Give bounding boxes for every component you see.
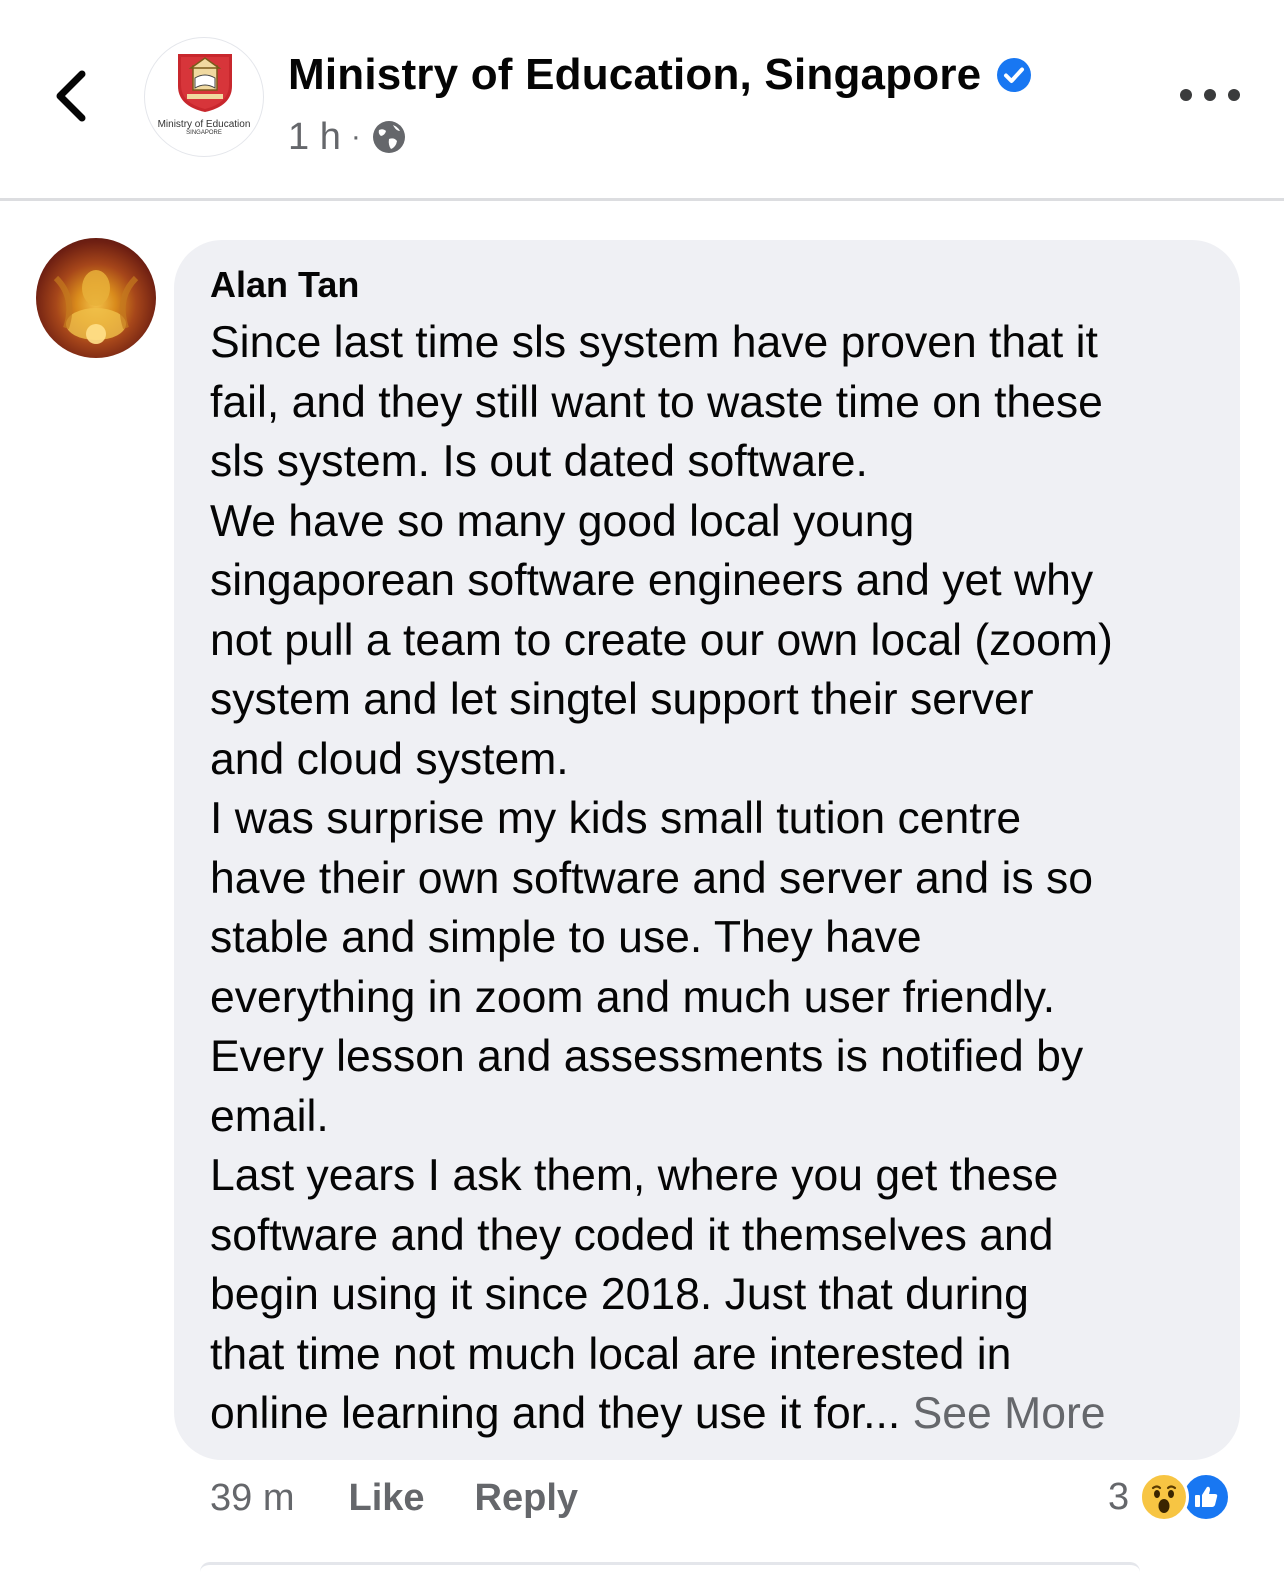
comment-line: singaporean software engineers and yet w… bbox=[210, 556, 1094, 605]
comment-line: everything in zoom and much user friendl… bbox=[210, 972, 1056, 1022]
header-divider bbox=[0, 198, 1284, 201]
comment-line-last: online learning and they use it for... S… bbox=[210, 1384, 1220, 1444]
comment-line: software and they coded it themselves an… bbox=[210, 1210, 1054, 1260]
comment-line: Since last time sls system have proven t… bbox=[210, 318, 1098, 367]
moe-crest-logo bbox=[178, 54, 232, 112]
logo-subtext: SINGAPORE bbox=[186, 130, 222, 136]
comment-line: not pull a team to create our own local … bbox=[210, 615, 1113, 665]
reply-button[interactable]: Reply bbox=[475, 1477, 578, 1520]
comment-line: system and let singtel support their ser… bbox=[210, 675, 1034, 724]
chevron-left-icon bbox=[56, 70, 86, 122]
comment-line: I was surprise my kids small tution cent… bbox=[210, 794, 1022, 843]
back-button[interactable] bbox=[40, 60, 100, 132]
comment-line: Every lesson and assessments is notified… bbox=[210, 1032, 1084, 1081]
page-name[interactable]: Ministry of Education, Singapore bbox=[288, 50, 1033, 100]
more-options-button[interactable] bbox=[1180, 80, 1240, 110]
comment-line: fail, and they still want to waste time … bbox=[210, 377, 1103, 427]
page-avatar[interactable]: Ministry of Education SINGAPORE bbox=[144, 37, 264, 157]
comment-line: stable and simple to use. They have bbox=[210, 913, 922, 962]
post-header: Ministry of Education SINGAPORE Ministry… bbox=[0, 0, 1284, 200]
avatar-image bbox=[53, 270, 139, 344]
comment-line: and cloud system. bbox=[210, 734, 569, 784]
comment-line: email. bbox=[210, 1091, 329, 1141]
next-comment-peek bbox=[200, 1562, 1140, 1572]
comment-line: We have so many good local young bbox=[210, 496, 915, 546]
verified-badge-icon bbox=[995, 56, 1033, 94]
comment-line: that time not much local are interested … bbox=[210, 1329, 1012, 1379]
page-name-text[interactable]: Ministry of Education, Singapore bbox=[288, 50, 981, 100]
logo-text: Ministry of Education bbox=[157, 119, 251, 130]
post-time[interactable]: 1 h bbox=[288, 116, 341, 159]
post-meta: 1 h · bbox=[288, 114, 407, 160]
more-dot bbox=[1204, 89, 1216, 101]
like-button[interactable]: Like bbox=[348, 1477, 424, 1520]
comment-line-text: online learning and they use it for... bbox=[210, 1389, 901, 1438]
commenter-avatar[interactable] bbox=[36, 238, 156, 358]
wow-reaction-icon bbox=[1139, 1472, 1190, 1522]
comment-actions: 39 m Like Reply bbox=[210, 1474, 578, 1522]
comment-line: have their own software and server and i… bbox=[210, 853, 1094, 903]
reaction-summary[interactable]: 3 bbox=[1108, 1470, 1232, 1524]
globe-icon bbox=[372, 121, 405, 153]
comment-line: Last years I ask them, where you get the… bbox=[210, 1151, 1059, 1200]
comment-author[interactable]: Alan Tan bbox=[210, 264, 359, 306]
see-more-link[interactable]: See More bbox=[913, 1389, 1106, 1438]
more-dot bbox=[1180, 89, 1192, 101]
comment-line: sls system. Is out dated software. bbox=[210, 437, 868, 486]
comment-time[interactable]: 39 m bbox=[210, 1477, 294, 1520]
comment-text: Since last time sls system have proven t… bbox=[210, 313, 1220, 1444]
reaction-count[interactable]: 3 bbox=[1108, 1476, 1129, 1519]
comment-line: begin using it since 2018. Just that dur… bbox=[210, 1270, 1029, 1319]
more-dot bbox=[1228, 89, 1240, 101]
meta-separator: · bbox=[350, 120, 361, 153]
